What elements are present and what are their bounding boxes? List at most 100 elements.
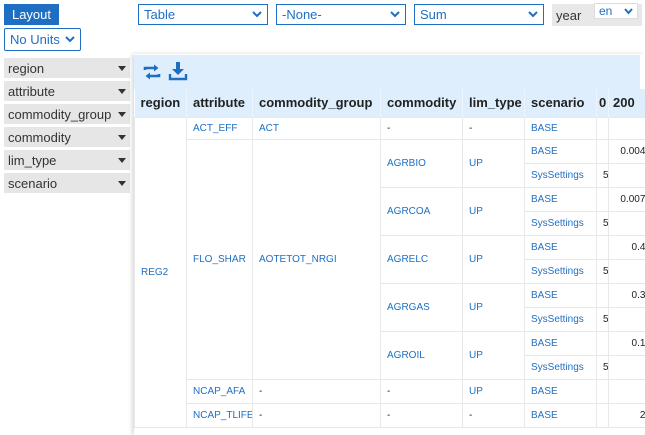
value-0-cell bbox=[596, 378, 609, 404]
chevron-down-icon bbox=[623, 5, 634, 17]
table-header-row: region attribute commodity_group commodi… bbox=[134, 89, 645, 117]
field-lim-type[interactable]: lim_type bbox=[4, 150, 130, 170]
scenario-cell: SysSettings bbox=[524, 162, 597, 188]
value-0-cell: 5 bbox=[596, 354, 609, 380]
value-0-cell bbox=[596, 186, 609, 212]
lim-cell: - bbox=[462, 402, 525, 428]
triangle-down-icon[interactable] bbox=[118, 89, 126, 94]
year-label: year bbox=[556, 7, 582, 23]
scenario-cell: BASE bbox=[524, 330, 597, 356]
layout-button[interactable]: Layout bbox=[4, 4, 59, 25]
col-header-region[interactable]: region bbox=[134, 89, 187, 117]
col-header-200[interactable]: 200 bbox=[608, 89, 645, 117]
group-cell: AOTETOT_NRGI bbox=[252, 138, 381, 380]
table-row: NCAP_AFA - - UP BASE 1 bbox=[135, 378, 645, 404]
lim-cell: UP bbox=[462, 234, 525, 284]
field-label: lim_type bbox=[8, 152, 57, 168]
value-200-cell bbox=[608, 258, 645, 284]
field-commodity[interactable]: commodity bbox=[4, 127, 130, 147]
field-label: region bbox=[8, 60, 45, 76]
scenario-cell: BASE bbox=[524, 282, 597, 308]
attribute-cell: ACT_EFF bbox=[186, 116, 253, 140]
chevron-down-icon bbox=[389, 7, 401, 21]
lim-cell: UP bbox=[462, 138, 525, 188]
value-0-cell: 5 bbox=[596, 210, 609, 236]
col-header-commodity-group[interactable]: commodity_group bbox=[252, 89, 381, 117]
aggregator-value: Sum bbox=[420, 7, 447, 22]
commodity-cell: AGRBIO bbox=[380, 138, 463, 188]
scenario-cell: BASE bbox=[524, 186, 597, 212]
value-0-cell: 5 bbox=[596, 258, 609, 284]
value-200-cell bbox=[608, 354, 645, 380]
value-0-cell bbox=[596, 282, 609, 308]
value-0-cell: 5 bbox=[596, 162, 609, 188]
chevron-down-icon bbox=[64, 32, 76, 46]
value-0-cell: 5 bbox=[596, 306, 609, 332]
field-label: attribute bbox=[8, 83, 55, 99]
attribute-cell: NCAP_AFA bbox=[186, 378, 253, 404]
triangle-down-icon[interactable] bbox=[118, 66, 126, 71]
value-200-cell: 0.0046 bbox=[608, 138, 645, 164]
col-header-0[interactable]: 0 bbox=[596, 89, 609, 117]
value-0-cell bbox=[596, 402, 609, 428]
scenario-cell: SysSettings bbox=[524, 210, 597, 236]
group-cell: - bbox=[252, 378, 381, 404]
value-200-cell bbox=[608, 306, 645, 332]
commodity-cell: - bbox=[380, 402, 463, 428]
region-cell: REG2 bbox=[134, 116, 187, 428]
sort-select[interactable]: -None- bbox=[276, 4, 406, 25]
pivot-toolbar bbox=[134, 55, 640, 89]
field-scenario[interactable]: scenario bbox=[4, 173, 130, 193]
value-0-cell bbox=[596, 138, 609, 164]
col-header-scenario[interactable]: scenario bbox=[524, 89, 597, 117]
col-header-commodity[interactable]: commodity bbox=[380, 89, 463, 117]
table-row: NCAP_TLIFE - - - BASE 20 bbox=[135, 402, 645, 428]
value-200-cell: 0.0071 bbox=[608, 186, 645, 212]
col-header-attribute[interactable]: attribute bbox=[186, 89, 253, 117]
scenario-cell: BASE bbox=[524, 234, 597, 260]
col-header-lim-type[interactable]: lim_type bbox=[462, 89, 525, 117]
sort-value: -None- bbox=[282, 7, 322, 22]
triangle-down-icon[interactable] bbox=[118, 135, 126, 140]
triangle-down-icon[interactable] bbox=[118, 112, 126, 117]
lim-cell: - bbox=[462, 116, 525, 140]
refresh-icon[interactable] bbox=[142, 63, 162, 84]
commodity-cell: - bbox=[380, 116, 463, 140]
download-icon[interactable] bbox=[168, 61, 188, 84]
group-cell: ACT bbox=[252, 116, 381, 140]
aggregator-select[interactable]: Sum bbox=[414, 4, 544, 25]
value-0-cell bbox=[596, 234, 609, 260]
units-select[interactable]: No Units bbox=[4, 28, 81, 51]
pivot-table: region attribute commodity_group commodi… bbox=[134, 89, 645, 428]
scenario-cell: SysSettings bbox=[524, 354, 597, 380]
field-region[interactable]: region bbox=[4, 58, 130, 78]
commodity-cell: AGROIL bbox=[380, 330, 463, 380]
attribute-cell: FLO_SHAR bbox=[186, 138, 253, 380]
triangle-down-icon[interactable] bbox=[118, 158, 126, 163]
table-row: FLO_SHAR AOTETOT_NRGI AGRBIO UP BASE 0.0… bbox=[135, 138, 645, 380]
value-200-cell: 1 bbox=[608, 378, 645, 404]
value-200-cell: 0.15 bbox=[608, 330, 645, 356]
renderer-select[interactable]: Table bbox=[138, 4, 268, 25]
field-label: commodity bbox=[8, 129, 71, 145]
language-select[interactable]: en bbox=[594, 3, 638, 19]
field-commodity-group[interactable]: commodity_group bbox=[4, 104, 130, 124]
scenario-cell: BASE bbox=[524, 116, 597, 140]
commodity-cell: AGRELC bbox=[380, 234, 463, 284]
scenario-cell: BASE bbox=[524, 378, 597, 404]
triangle-down-icon[interactable] bbox=[118, 181, 126, 186]
scenario-cell: SysSettings bbox=[524, 258, 597, 284]
scenario-cell: BASE bbox=[524, 138, 597, 164]
commodity-cell: - bbox=[380, 378, 463, 404]
field-label: scenario bbox=[8, 175, 58, 191]
value-200-cell bbox=[608, 210, 645, 236]
field-attribute[interactable]: attribute bbox=[4, 81, 130, 101]
value-200-cell bbox=[608, 162, 645, 188]
value-200-cell: 1 bbox=[608, 116, 645, 140]
chevron-down-icon bbox=[527, 7, 539, 21]
attribute-cell: NCAP_TLIFE bbox=[186, 402, 253, 428]
units-value: No Units bbox=[10, 32, 60, 47]
value-200-cell: 0.45 bbox=[608, 234, 645, 260]
scenario-cell: SysSettings bbox=[524, 306, 597, 332]
scenario-cell: BASE bbox=[524, 402, 597, 428]
